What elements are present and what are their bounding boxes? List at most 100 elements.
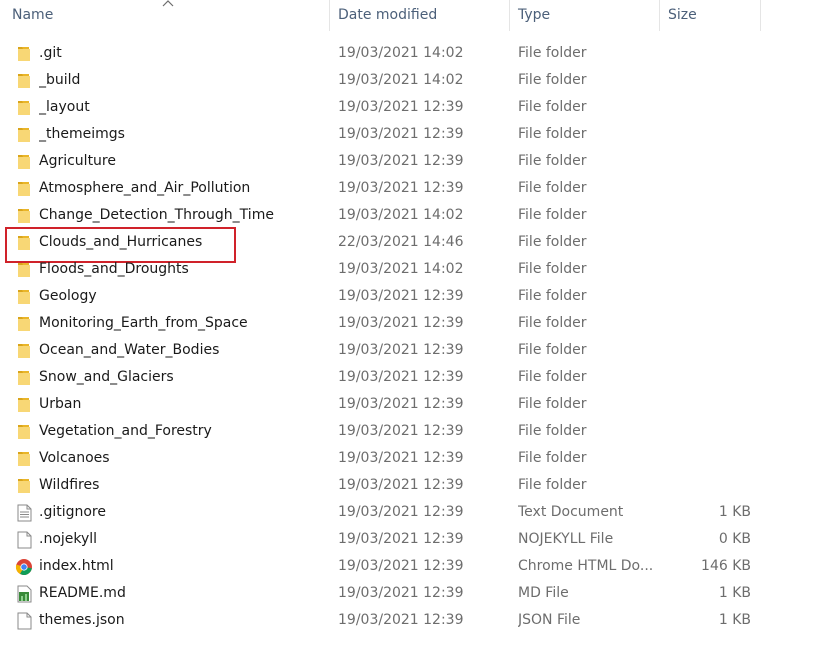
folder-icon — [14, 283, 34, 310]
column-header-date-modified[interactable]: Date modified — [330, 0, 510, 31]
file-size — [660, 175, 751, 202]
file-size — [660, 391, 751, 418]
file-type: File folder — [518, 315, 587, 331]
file-row[interactable]: themes.json 19/03/2021 12:39 JSON File 1 KB — [0, 607, 817, 634]
file-name: Floods_and_Droughts — [39, 261, 189, 277]
sort-ascending-icon — [162, 0, 174, 7]
text-document-icon — [14, 499, 34, 526]
file-date-modified: 19/03/2021 12:39 — [338, 504, 464, 520]
file-size: 0 KB — [718, 531, 751, 547]
file-list: .git 19/03/2021 14:02 File folder _build 19/… — [0, 40, 817, 634]
file-date-modified: 19/03/2021 12:39 — [338, 585, 464, 601]
file-size — [660, 94, 751, 121]
file-row[interactable]: Vegetation_and_Forestry 19/03/2021 12:39 F… — [0, 418, 817, 445]
file-row[interactable]: Agriculture 19/03/2021 12:39 File folder — [0, 148, 817, 175]
file-name: _themeimgs — [39, 126, 125, 142]
file-type: File folder — [518, 99, 587, 115]
folder-icon — [14, 202, 34, 229]
column-header-row: Name Date modified Type Size — [0, 0, 817, 31]
file-row[interactable]: Geology 19/03/2021 12:39 File folder — [0, 283, 817, 310]
file-date-modified: 19/03/2021 12:39 — [338, 450, 464, 466]
folder-icon — [14, 121, 34, 148]
file-name: _layout — [39, 99, 90, 115]
file-row[interactable]: Wildfires 19/03/2021 12:39 File folder — [0, 472, 817, 499]
file-type: NOJEKYLL File — [518, 531, 614, 547]
file-date-modified: 19/03/2021 14:02 — [338, 72, 464, 88]
file-name: .gitignore — [39, 504, 106, 520]
file-name: themes.json — [39, 612, 125, 628]
file-date-modified: 19/03/2021 12:39 — [338, 423, 464, 439]
file-date-modified: 22/03/2021 14:46 — [338, 234, 464, 250]
file-size — [660, 364, 751, 391]
file-name: Geology — [39, 288, 97, 304]
file-row-highlighted[interactable]: Clouds_and_Hurricanes 22/03/2021 14:46 Fil… — [0, 229, 817, 256]
file-name: Vegetation_and_Forestry — [39, 423, 212, 439]
file-row[interactable]: Urban 19/03/2021 12:39 File folder — [0, 391, 817, 418]
file-row[interactable]: README.md 19/03/2021 12:39 MD File 1 KB — [0, 580, 817, 607]
file-row[interactable]: _layout 19/03/2021 12:39 File folder — [0, 94, 817, 121]
folder-icon — [14, 364, 34, 391]
file-row[interactable]: Floods_and_Droughts 19/03/2021 14:02 File … — [0, 256, 817, 283]
folder-icon — [14, 148, 34, 175]
folder-icon — [14, 337, 34, 364]
folder-icon — [14, 310, 34, 337]
file-type: File folder — [518, 234, 587, 250]
file-size — [660, 121, 751, 148]
file-size — [660, 148, 751, 175]
blank-file-icon — [14, 526, 34, 553]
file-date-modified: 19/03/2021 12:39 — [338, 342, 464, 358]
file-date-modified: 19/03/2021 12:39 — [338, 477, 464, 493]
file-date-modified: 19/03/2021 12:39 — [338, 126, 464, 142]
folder-icon — [14, 94, 34, 121]
file-date-modified: 19/03/2021 14:02 — [338, 45, 464, 61]
file-date-modified: 19/03/2021 12:39 — [338, 612, 464, 628]
folder-icon — [14, 391, 34, 418]
file-row[interactable]: Volcanoes 19/03/2021 12:39 File folder — [0, 445, 817, 472]
file-name: Atmosphere_and_Air_Pollution — [39, 180, 251, 196]
file-row[interactable]: index.html 19/03/2021 12:39 Chrome HTML Do… — [0, 553, 817, 580]
file-row[interactable]: .git 19/03/2021 14:02 File folder — [0, 40, 817, 67]
file-type: File folder — [518, 450, 587, 466]
file-type: JSON File — [518, 612, 581, 628]
file-row[interactable]: Snow_and_Glaciers 19/03/2021 12:39 File fo… — [0, 364, 817, 391]
file-name: Ocean_and_Water_Bodies — [39, 342, 220, 358]
file-name: Wildfires — [39, 477, 100, 493]
column-header-size[interactable]: Size — [660, 0, 761, 31]
file-size: 1 KB — [718, 585, 751, 601]
file-type: Text Document — [518, 504, 624, 520]
file-type: File folder — [518, 396, 587, 412]
file-type: Chrome HTML Do... — [518, 558, 654, 574]
file-type: File folder — [518, 126, 587, 142]
folder-icon — [14, 229, 34, 256]
column-header-type[interactable]: Type — [510, 0, 660, 31]
file-explorer: Name Date modified Type Size .git 19/03/2… — [0, 0, 817, 654]
folder-icon — [14, 67, 34, 94]
file-row[interactable]: .nojekyll 19/03/2021 12:39 NOJEKYLL File 0 … — [0, 526, 817, 553]
file-date-modified: 19/03/2021 12:39 — [338, 315, 464, 331]
file-name: Snow_and_Glaciers — [39, 369, 174, 385]
file-date-modified: 19/03/2021 12:39 — [338, 558, 464, 574]
chrome-icon — [14, 553, 34, 580]
file-row[interactable]: Monitoring_Earth_from_Space 19/03/2021 12… — [0, 310, 817, 337]
file-size — [660, 283, 751, 310]
file-row[interactable]: Atmosphere_and_Air_Pollution 19/03/2021 1… — [0, 175, 817, 202]
file-row[interactable]: Ocean_and_Water_Bodies 19/03/2021 12:39 Fi… — [0, 337, 817, 364]
file-name: README.md — [39, 585, 126, 601]
file-row[interactable]: Change_Detection_Through_Time 19/03/2021 … — [0, 202, 817, 229]
file-row[interactable]: _themeimgs 19/03/2021 12:39 File folder — [0, 121, 817, 148]
file-date-modified: 19/03/2021 12:39 — [338, 180, 464, 196]
file-type: File folder — [518, 207, 587, 223]
file-row[interactable]: .gitignore 19/03/2021 12:39 Text Document 1… — [0, 499, 817, 526]
file-size — [660, 67, 751, 94]
folder-icon — [14, 472, 34, 499]
file-size — [660, 229, 751, 256]
file-size — [660, 445, 751, 472]
markdown-file-icon — [14, 580, 34, 607]
file-type: MD File — [518, 585, 569, 601]
file-name: _build — [39, 72, 81, 88]
file-size — [660, 202, 751, 229]
file-row[interactable]: _build 19/03/2021 14:02 File folder — [0, 67, 817, 94]
file-date-modified: 19/03/2021 12:39 — [338, 531, 464, 547]
file-name: Monitoring_Earth_from_Space — [39, 315, 248, 331]
file-size — [660, 256, 751, 283]
